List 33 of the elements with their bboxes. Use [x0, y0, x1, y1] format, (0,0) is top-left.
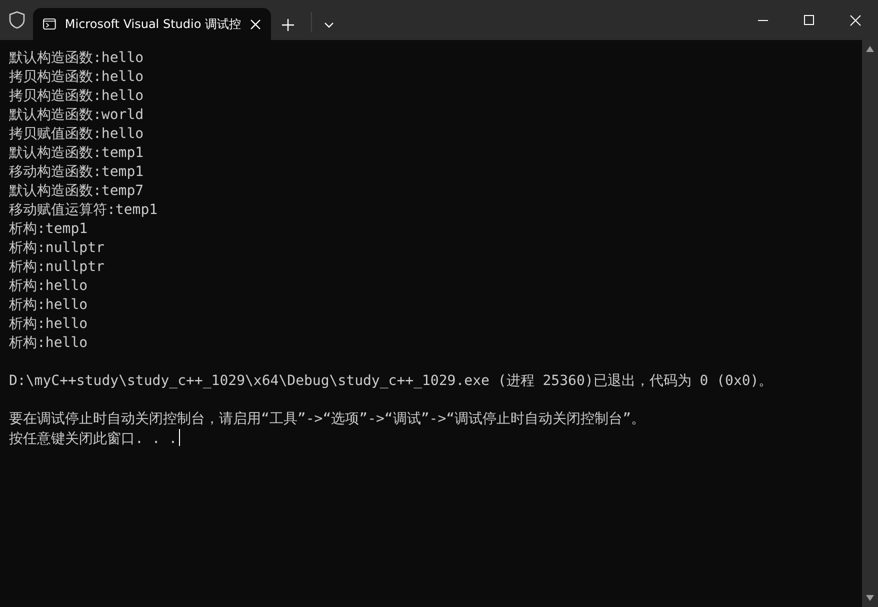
console-line: 析构:nullptr — [9, 259, 104, 275]
console-line: 默认构造函数:world — [9, 107, 144, 123]
shield-icon[interactable] — [9, 11, 25, 29]
console-line: 拷贝构造函数:hello — [9, 69, 144, 85]
console-line: 移动构造函数:temp1 — [9, 164, 144, 180]
tab-title: Microsoft Visual Studio 调试控 — [64, 16, 241, 32]
console-line: 拷贝赋值函数:hello — [9, 126, 144, 142]
close-icon — [250, 18, 261, 30]
console-line: 析构:hello — [9, 278, 88, 294]
scrollbar[interactable] — [862, 40, 878, 607]
console-line: 移动赋值运算符:temp1 — [9, 202, 158, 218]
scroll-down-icon[interactable] — [866, 595, 874, 601]
console-line: 要在调试停止时自动关闭控制台，请启用“工具”->“选项”->“调试”->“调试停止时自动关闭控制台”。 — [9, 411, 646, 427]
terminal-icon — [43, 17, 56, 31]
console-line: 按任意键关闭此窗口. . . — [9, 431, 178, 447]
chevron-down-icon — [324, 22, 334, 28]
maximize-icon — [804, 15, 814, 25]
close-tab-button[interactable] — [250, 18, 261, 30]
close-icon — [850, 14, 860, 26]
console-line: D:\myC++study\study_c++_1029\x64\Debug\study_c++_1029.exe (进程 25360)已退出，代码为 0 (0x0)。 — [9, 373, 773, 389]
console-line: 析构:temp1 — [9, 221, 88, 237]
console-line: 析构:hello — [9, 335, 88, 351]
console-line: 析构:nullptr — [9, 240, 104, 256]
scroll-up-icon[interactable] — [866, 46, 874, 52]
text-cursor — [179, 429, 180, 446]
console-line: 析构:hello — [9, 297, 88, 313]
console-line: 默认构造函数:temp7 — [9, 183, 144, 199]
console-line: 默认构造函数:hello — [9, 50, 144, 66]
plus-icon — [282, 19, 294, 31]
console-line: 拷贝构造函数:hello — [9, 88, 144, 104]
console-line: 默认构造函数:temp1 — [9, 145, 144, 161]
console-tab[interactable]: Microsoft Visual Studio 调试控 — [33, 8, 271, 40]
console-line: 析构:hello — [9, 316, 88, 332]
